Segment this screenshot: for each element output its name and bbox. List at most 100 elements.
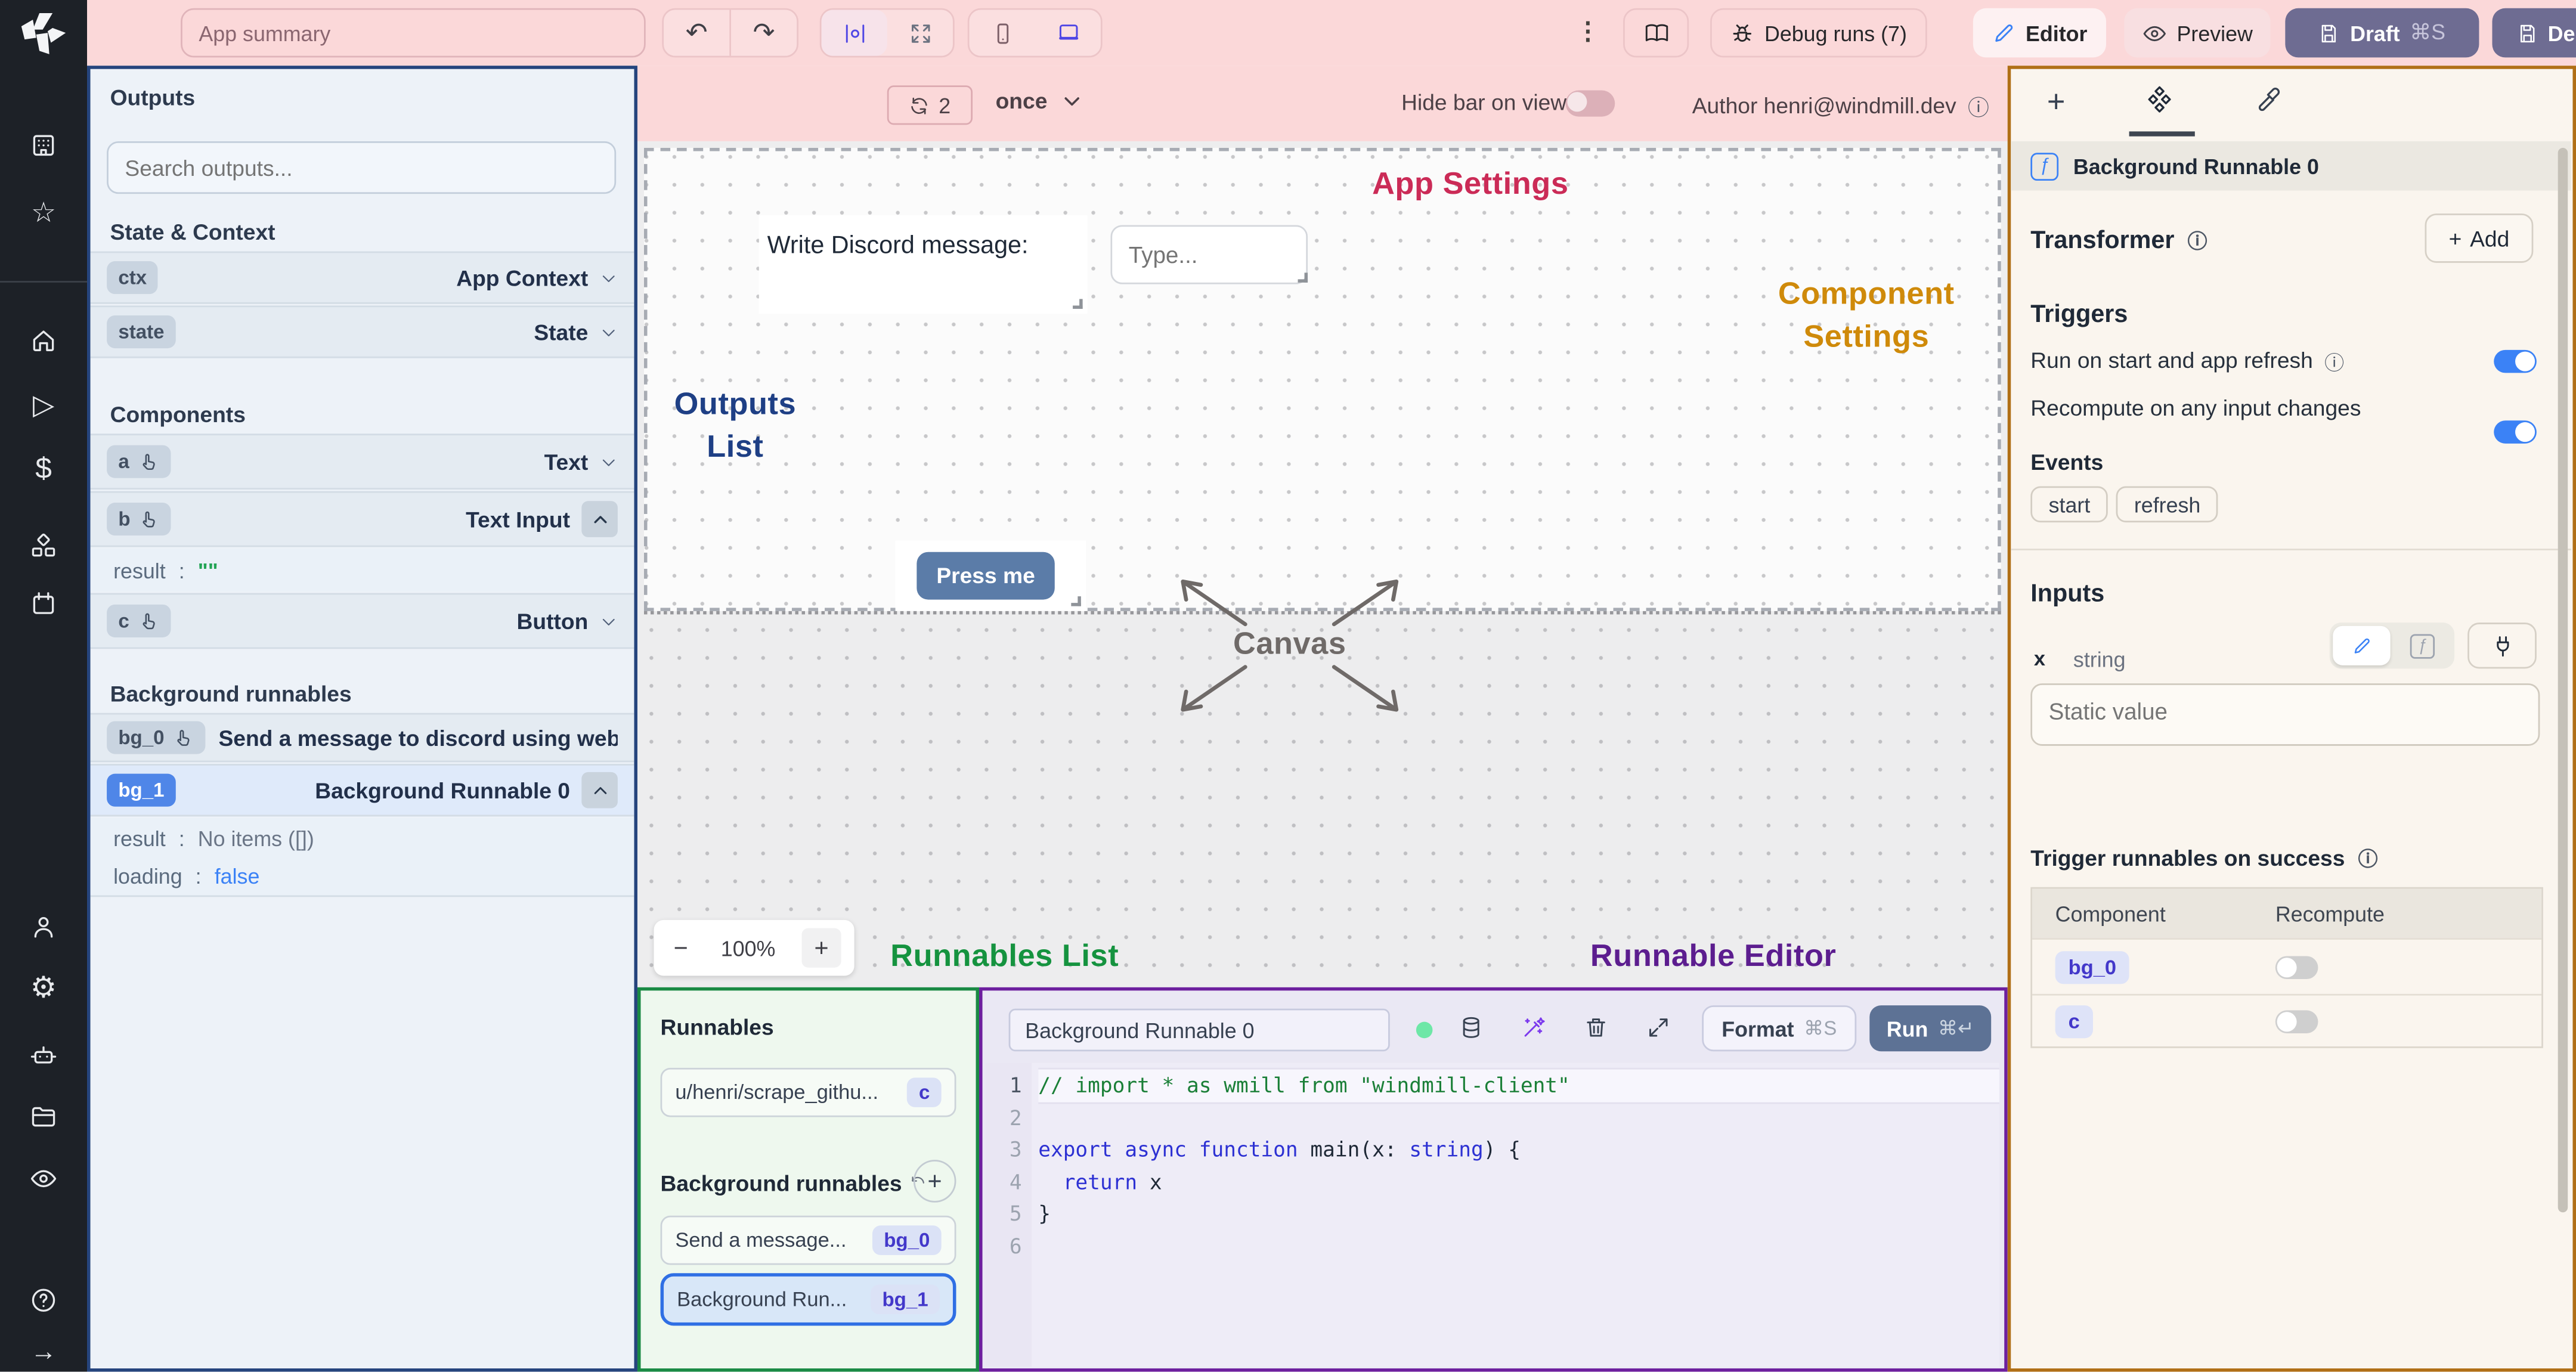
- styling-tab[interactable]: [2254, 85, 2282, 113]
- outputs-title: Outputs: [110, 85, 196, 110]
- pencil-icon: [2354, 637, 2370, 653]
- kebab-menu-icon[interactable]: ⋮: [1575, 17, 1600, 46]
- recompute-toggle[interactable]: [2494, 420, 2537, 444]
- app-summary-input[interactable]: [181, 8, 646, 58]
- format-button[interactable]: Format ⌘S: [1702, 1005, 1857, 1052]
- mobile-view-button[interactable]: [970, 10, 1035, 56]
- runnable-item-bg1-selected[interactable]: Background Run... bg_1: [660, 1273, 956, 1326]
- rail-workers-icon[interactable]: [0, 1042, 87, 1070]
- resize-handle[interactable]: [1071, 596, 1081, 606]
- info-icon[interactable]: ⓘ: [1968, 91, 1989, 122]
- expand-icon[interactable]: [1646, 1015, 1671, 1040]
- zoom-out-button[interactable]: −: [667, 934, 695, 962]
- event-start-chip: start: [2030, 486, 2109, 523]
- static-mode-button[interactable]: [2333, 625, 2391, 665]
- hide-bar-toggle[interactable]: [1565, 90, 1615, 117]
- info-icon[interactable]: ⓘ: [2188, 227, 2207, 255]
- output-row-bg1[interactable]: bg_1 Background Runnable 0: [90, 764, 634, 817]
- desktop-view-button[interactable]: [1035, 10, 1101, 56]
- text-component[interactable]: Write Discord message:: [758, 215, 1088, 314]
- chevron-down-icon: [600, 323, 618, 340]
- centered-layout-button[interactable]: [821, 10, 887, 56]
- b-badge: b: [107, 503, 172, 536]
- cache-icon[interactable]: [1459, 1015, 1484, 1040]
- windmill-logo[interactable]: [17, 11, 69, 64]
- rail-home-icon[interactable]: [0, 327, 87, 355]
- pointer-hand-icon: [138, 611, 159, 632]
- output-row-bg0[interactable]: bg_0 Send a message to discord using web…: [90, 713, 634, 763]
- button-component[interactable]: Press me: [895, 540, 1086, 611]
- c-badge: c: [107, 604, 171, 637]
- add-background-runnable-button[interactable]: +: [913, 1160, 956, 1203]
- rail-variables-icon[interactable]: $: [0, 453, 87, 483]
- run-button[interactable]: Run ⌘↵: [1869, 1005, 1992, 1052]
- rail-help-icon[interactable]: [0, 1286, 87, 1314]
- draft-button[interactable]: Draft ⌘S: [2285, 8, 2479, 58]
- output-row-state[interactable]: state State: [90, 305, 634, 358]
- zoom-in-button[interactable]: +: [801, 928, 841, 968]
- hide-bar-label: Hide bar on view: [1401, 90, 1567, 115]
- resize-handle[interactable]: [1298, 272, 1308, 283]
- draft-label: Draft: [2350, 20, 2400, 45]
- redo-button[interactable]: ↷: [731, 10, 797, 56]
- rail-runs-icon[interactable]: ▷: [0, 391, 87, 419]
- ai-wand-icon[interactable]: [1521, 1015, 1546, 1040]
- info-icon[interactable]: ⓘ: [2358, 844, 2377, 872]
- deploy-button[interactable]: Deploy: [2492, 8, 2576, 58]
- output-row-b[interactable]: b Text Input: [90, 491, 634, 547]
- press-me-button[interactable]: Press me: [917, 552, 1055, 600]
- run-on-start-toggle[interactable]: [2494, 349, 2537, 373]
- rail-audit-icon[interactable]: [0, 1165, 87, 1193]
- delete-icon[interactable]: [1584, 1015, 1608, 1040]
- editor-tab-button[interactable]: Editor: [1973, 8, 2106, 58]
- runnable-header-row[interactable]: ƒ Background Runnable 0: [2011, 141, 2571, 191]
- code-editor[interactable]: 1 2 3 4 5 6 // import * as wmill from "w…: [986, 1063, 1999, 1367]
- bg1-loading-value: false: [214, 864, 260, 889]
- output-row-c[interactable]: c Button: [90, 593, 634, 649]
- rail-schedules-icon[interactable]: [0, 590, 87, 618]
- rail-collapse-icon[interactable]: →: [0, 1339, 87, 1367]
- text-input-component[interactable]: [1110, 225, 1308, 284]
- panel-scrollbar[interactable]: [2558, 147, 2568, 1213]
- function-icon: ƒ: [2030, 151, 2059, 180]
- runnable-path-label: u/henri/scrape_githu...: [675, 1080, 879, 1104]
- chevron-down-icon: [600, 268, 618, 286]
- rail-folders-icon[interactable]: [0, 1102, 87, 1131]
- code-line-3: export async function main(x: string) {: [1038, 1136, 1521, 1162]
- run-mode-dropdown[interactable]: once: [996, 89, 1082, 113]
- static-value-textarea[interactable]: [2030, 683, 2540, 746]
- settings-tab[interactable]: [2145, 85, 2174, 113]
- search-outputs-input[interactable]: [107, 141, 617, 194]
- fullscreen-layout-button[interactable]: [887, 10, 953, 56]
- trigger-success-heading: Trigger runnables on success ⓘ: [2030, 844, 2377, 872]
- connect-plug-button[interactable]: [2467, 622, 2537, 669]
- rail-favorites-icon[interactable]: ☆: [0, 199, 87, 227]
- runnable-item-path[interactable]: u/henri/scrape_githu... c: [660, 1067, 956, 1117]
- runnable-name-input[interactable]: [1008, 1008, 1390, 1052]
- rail-settings-icon[interactable]: ⚙: [0, 973, 87, 1002]
- info-icon[interactable]: ⓘ: [2324, 348, 2344, 376]
- rail-resources-icon[interactable]: [0, 532, 87, 560]
- chevron-up-icon[interactable]: [581, 772, 618, 809]
- undo-button[interactable]: ↶: [664, 10, 729, 56]
- output-row-a[interactable]: a Text: [90, 433, 634, 490]
- runnable-item-bg0[interactable]: Send a message... bg_0: [660, 1215, 956, 1265]
- chevron-up-icon[interactable]: [581, 501, 618, 537]
- c-recompute-toggle[interactable]: [2275, 1010, 2318, 1033]
- state-badge: state: [107, 315, 176, 349]
- eval-mode-button[interactable]: ƒ: [2394, 626, 2451, 665]
- preview-tab-button[interactable]: Preview: [2124, 8, 2271, 58]
- canvas-annotation: Canvas: [1233, 627, 1346, 662]
- ctx-badge: ctx: [107, 261, 159, 295]
- output-row-ctx[interactable]: ctx App Context: [90, 251, 634, 304]
- rail-users-icon[interactable]: [0, 913, 87, 941]
- b-type: Text Input: [466, 506, 571, 532]
- bg0-recompute-toggle[interactable]: [2275, 955, 2318, 978]
- add-component-tab[interactable]: +: [2047, 85, 2066, 122]
- add-transformer-button[interactable]: + Add: [2425, 213, 2534, 263]
- refresh-count-button[interactable]: 2: [887, 85, 973, 125]
- docs-button[interactable]: [1623, 8, 1689, 58]
- rail-apps-icon[interactable]: [0, 131, 87, 159]
- debug-runs-button[interactable]: Debug runs (7): [1710, 8, 1927, 58]
- resize-handle[interactable]: [1073, 299, 1083, 309]
